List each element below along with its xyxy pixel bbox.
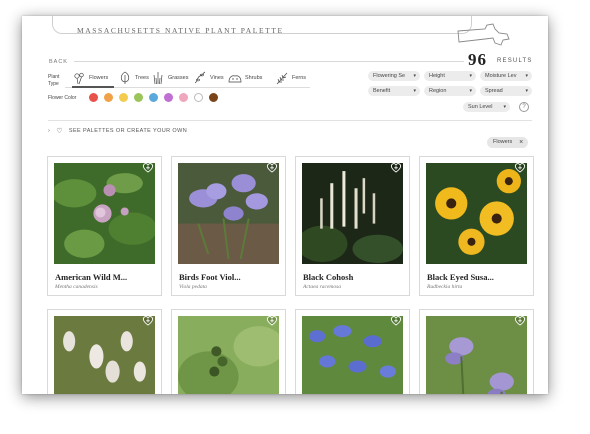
plant-photo-violet (178, 163, 279, 264)
header-divider (74, 61, 464, 62)
plant-type-ferns[interactable]: Ferns (275, 71, 306, 85)
browser-frame: MASSACHUSETTS NATIVE PLANT PALETTE BACK … (22, 16, 548, 394)
region-dropdown[interactable]: Region ▾ (424, 86, 476, 96)
color-swatch[interactable] (179, 93, 188, 102)
height-value: Height (429, 73, 445, 79)
plant-card[interactable]: Birds Foot Viol... Viola pedata (171, 156, 286, 296)
chevron-down-icon: ▾ (469, 88, 472, 94)
plant-type-trees[interactable]: Trees (118, 71, 149, 85)
plant-photo-white-buds (54, 316, 155, 394)
plant-photo-blue-flowers (302, 316, 403, 394)
chevron-right-icon: › (48, 128, 51, 134)
add-favorite-icon[interactable] (142, 315, 154, 326)
plant-type-label: Plant Type (48, 74, 60, 87)
color-swatch[interactable] (119, 93, 128, 102)
result-count: 96 (468, 50, 487, 69)
massachusetts-map-icon (457, 23, 510, 46)
plant-photo-black-eyed-susan (426, 163, 527, 264)
flowering-season-value: Flowering Se (373, 73, 406, 79)
plant-type-trees-label: Trees (135, 75, 149, 81)
plant-card[interactable]: American Wild M... Mentha canadensis (47, 156, 162, 296)
chevron-down-icon: ▾ (413, 73, 416, 79)
plant-card[interactable]: Black Cohosh Actaea racemosa (295, 156, 410, 296)
vine-icon (194, 71, 206, 84)
fern-icon (276, 72, 288, 85)
plant-photo-black-cohosh (302, 163, 403, 264)
plant-photo-mint (54, 163, 155, 264)
height-dropdown[interactable]: Height ▾ (424, 71, 476, 81)
color-swatch[interactable] (209, 93, 218, 102)
add-favorite-icon[interactable] (390, 315, 402, 326)
region-value: Region (429, 88, 447, 94)
sun-level-dropdown[interactable]: Sun Level ▾ (463, 102, 510, 112)
plant-latin-name: Mentha canadensis (55, 284, 98, 290)
tree-icon (120, 71, 130, 84)
flowering-season-dropdown[interactable]: Flowering Se ▾ (368, 71, 420, 81)
color-swatch[interactable] (89, 93, 98, 102)
plant-name: Birds Foot Viol... (179, 272, 241, 282)
moisture-level-value: Moisture Lev (485, 73, 517, 79)
active-filter-label: Flowers (493, 139, 513, 145)
add-favorite-icon[interactable] (390, 162, 402, 173)
chevron-down-icon: ▾ (469, 73, 472, 79)
palette-divider (48, 120, 532, 121)
color-swatch[interactable] (134, 93, 143, 102)
add-favorite-icon[interactable] (266, 162, 278, 173)
color-swatch[interactable] (164, 93, 173, 102)
chevron-down-icon: ▾ (525, 88, 528, 94)
plant-card[interactable] (171, 309, 286, 394)
flowers-icon (74, 72, 84, 85)
color-swatch[interactable] (149, 93, 158, 102)
benefit-value: Benefit (373, 88, 391, 94)
color-swatch[interactable] (104, 93, 113, 102)
plant-latin-name: Actaea racemosa (303, 284, 342, 290)
result-label: RESULTS (497, 58, 533, 64)
color-swatch[interactable] (194, 93, 203, 102)
add-favorite-icon[interactable] (514, 315, 526, 326)
benefit-dropdown[interactable]: Benefit ▾ (368, 86, 420, 96)
chevron-down-icon: ▾ (503, 104, 506, 110)
moisture-level-dropdown[interactable]: Moisture Lev ▾ (480, 71, 532, 81)
plant-card[interactable] (295, 309, 410, 394)
back-link[interactable]: BACK (49, 59, 68, 65)
plant-type-ferns-label: Ferns (292, 75, 307, 81)
active-filter-chip[interactable]: Flowers × (487, 137, 529, 148)
chevron-down-icon: ▾ (413, 88, 416, 94)
plant-photo-green-flowers (178, 316, 279, 394)
chevron-down-icon: ▾ (525, 73, 528, 79)
spread-value: Spread (485, 88, 503, 94)
plant-type-vines[interactable]: Vines (193, 71, 224, 85)
spread-dropdown[interactable]: Spread ▾ (480, 86, 532, 96)
plant-name: American Wild M... (55, 272, 128, 282)
plant-type-shrubs[interactable]: Shrubs (228, 71, 262, 85)
plant-photo-iris (426, 316, 527, 394)
plant-latin-name: Rudbeckia hirta (427, 284, 463, 290)
plant-type-flowers[interactable]: Flowers (72, 71, 108, 85)
grass-icon (153, 72, 163, 85)
plant-card[interactable] (47, 309, 162, 394)
plant-card[interactable]: Black Eyed Susa... Rudbeckia hirta (419, 156, 534, 296)
plant-name: Black Cohosh (303, 272, 354, 282)
shrub-icon (228, 75, 242, 83)
palettes-toggle[interactable]: › ♡ SEE PALETTES OR CREATE YOUR OWN (48, 127, 187, 135)
flower-color-label: Flower Color (48, 95, 77, 101)
add-favorite-icon[interactable] (142, 162, 154, 173)
plant-type-flowers-label: Flowers (89, 75, 109, 81)
plant-type-active-indicator (72, 86, 114, 88)
plant-card[interactable] (419, 309, 534, 394)
page-title: MASSACHUSETTS NATIVE PLANT PALETTE (77, 26, 284, 35)
plant-type-grasses[interactable]: Grasses (151, 71, 188, 85)
plant-latin-name: Viola pedata (179, 284, 207, 290)
help-icon[interactable]: ? (519, 102, 529, 112)
plant-type-shrubs-label: Shrubs (245, 75, 263, 81)
plant-type-grasses-label: Grasses (168, 75, 189, 81)
add-favorite-icon[interactable] (514, 162, 526, 173)
sun-level-value: Sun Level (468, 104, 493, 110)
palettes-label: SEE PALETTES OR CREATE YOUR OWN (68, 128, 188, 134)
close-icon[interactable]: × (519, 137, 523, 148)
plant-name: Black Eyed Susa... (427, 272, 494, 282)
add-favorite-icon[interactable] (266, 315, 278, 326)
plant-type-vines-label: Vines (210, 75, 224, 81)
heart-icon: ♡ (56, 128, 63, 135)
